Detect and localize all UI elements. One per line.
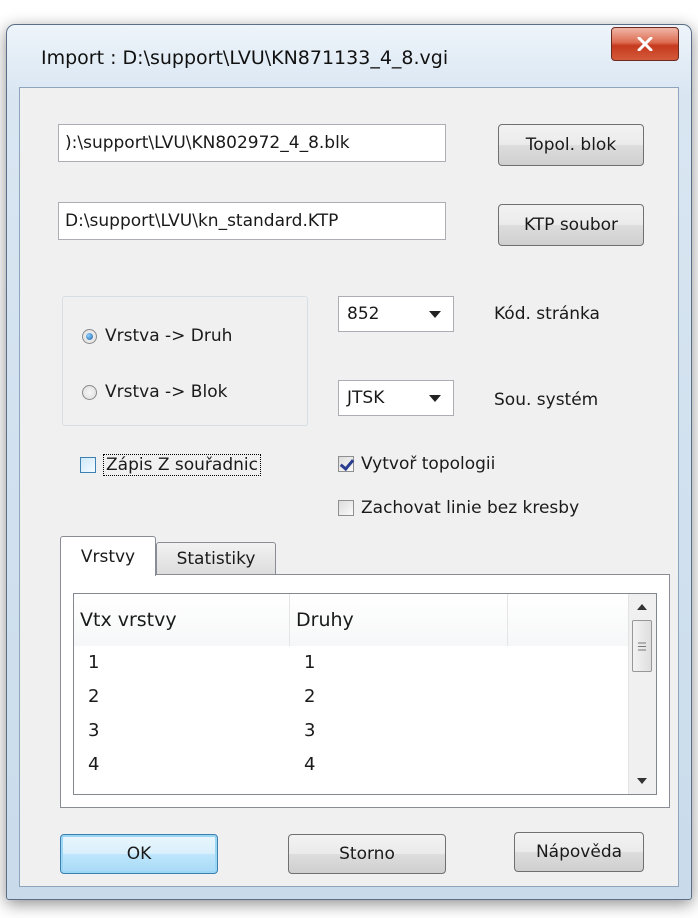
radio-button-icon xyxy=(82,328,97,344)
chevron-down-icon xyxy=(429,311,441,318)
dialog-client-area: ):\support\LVU\KN802972_4_8.blk Topol. b… xyxy=(19,87,679,887)
cell-druhy: 1 xyxy=(304,652,316,673)
checkbox-icon xyxy=(338,456,354,472)
ok-button[interactable]: OK xyxy=(60,834,218,874)
grip-icon xyxy=(638,642,646,650)
ktp-path-field[interactable]: D:\support\LVU\kn_standard.KTP xyxy=(58,202,446,240)
cell-druhy: 2 xyxy=(304,686,316,707)
radio-vrstva-blok[interactable]: Vrstva -> Blok xyxy=(82,382,227,402)
blk-path-field[interactable]: ):\support\LVU\KN802972_4_8.blk xyxy=(58,124,446,162)
storno-button[interactable]: Storno xyxy=(288,834,446,874)
checkbox-zapis-z[interactable]: Zápis Z souřadnic xyxy=(80,454,261,476)
window-title: Import : D:\support\LVU\KN871133_4_8.vgi xyxy=(41,47,449,69)
column-header-vtx-vrstvy[interactable]: Vtx vrstvy xyxy=(74,594,290,646)
title-bar[interactable]: Import : D:\support\LVU\KN871133_4_8.vgi xyxy=(7,25,691,87)
cell-vtx-vrstvy: 1 xyxy=(88,652,100,673)
close-icon xyxy=(637,37,653,51)
code-page-label: Kód. stránka xyxy=(494,304,600,324)
scroll-down-button[interactable] xyxy=(631,770,653,792)
list-item[interactable]: 1 1 xyxy=(74,646,630,680)
checkbox-vytvor-topologii[interactable]: Vytvoř topologii xyxy=(338,454,495,474)
list-item[interactable]: 2 2 xyxy=(74,680,630,714)
checkbox-zachovat-linie[interactable]: Zachovat linie bez kresby xyxy=(338,498,579,518)
coord-system-value: JTSK xyxy=(347,388,385,408)
cell-vtx-vrstvy: 4 xyxy=(88,754,100,775)
coord-system-select[interactable]: JTSK xyxy=(338,380,454,416)
radio-label: Vrstva -> Druh xyxy=(105,326,233,346)
list-header: Vtx vrstvy Druhy xyxy=(74,594,630,646)
ktp-soubor-button[interactable]: KTP soubor xyxy=(498,204,644,246)
close-button[interactable] xyxy=(611,27,679,61)
tab-statistiky[interactable]: Statistiky xyxy=(156,542,276,575)
vertical-scrollbar[interactable] xyxy=(628,594,656,794)
coord-system-label: Sou. systém xyxy=(494,390,599,410)
radio-label: Vrstva -> Blok xyxy=(105,382,228,402)
code-page-select[interactable]: 852 xyxy=(338,296,454,332)
checkbox-icon xyxy=(80,457,96,473)
scroll-up-icon xyxy=(637,604,647,610)
scroll-up-button[interactable] xyxy=(631,596,653,618)
topol-blok-button[interactable]: Topol. blok xyxy=(498,124,644,166)
napoveda-button[interactable]: Nápověda xyxy=(514,832,644,872)
list-body: 1 1 2 2 3 3 4 4 xyxy=(74,646,630,782)
column-header-druhy[interactable]: Druhy xyxy=(290,594,508,646)
tab-vrstvy[interactable]: Vrstvy xyxy=(60,536,156,576)
chevron-down-icon xyxy=(429,395,441,402)
mapping-group xyxy=(62,296,308,426)
tab-panel-vrstvy: Vtx vrstvy Druhy 1 1 2 2 3 3 4 4 xyxy=(60,574,670,808)
scroll-down-icon xyxy=(637,778,647,784)
code-page-value: 852 xyxy=(347,304,380,324)
cell-vtx-vrstvy: 2 xyxy=(88,686,100,707)
scroll-thumb[interactable] xyxy=(632,620,652,672)
column-header-empty[interactable] xyxy=(508,594,630,646)
cell-druhy: 4 xyxy=(304,754,316,775)
layer-list[interactable]: Vtx vrstvy Druhy 1 1 2 2 3 3 4 4 xyxy=(73,593,657,795)
list-item[interactable]: 4 4 xyxy=(74,748,630,782)
checkbox-label: Vytvoř topologii xyxy=(361,454,496,474)
checkbox-icon xyxy=(338,500,354,516)
checkbox-label: Zápis Z souřadnic xyxy=(103,454,261,476)
import-dialog: Import : D:\support\LVU\KN871133_4_8.vgi… xyxy=(6,24,692,900)
radio-button-icon xyxy=(82,384,97,400)
checkbox-label: Zachovat linie bez kresby xyxy=(361,498,580,518)
cell-druhy: 3 xyxy=(304,720,316,741)
list-item[interactable]: 3 3 xyxy=(74,714,630,748)
radio-vrstva-druh[interactable]: Vrstva -> Druh xyxy=(82,326,232,346)
cell-vtx-vrstvy: 3 xyxy=(88,720,100,741)
